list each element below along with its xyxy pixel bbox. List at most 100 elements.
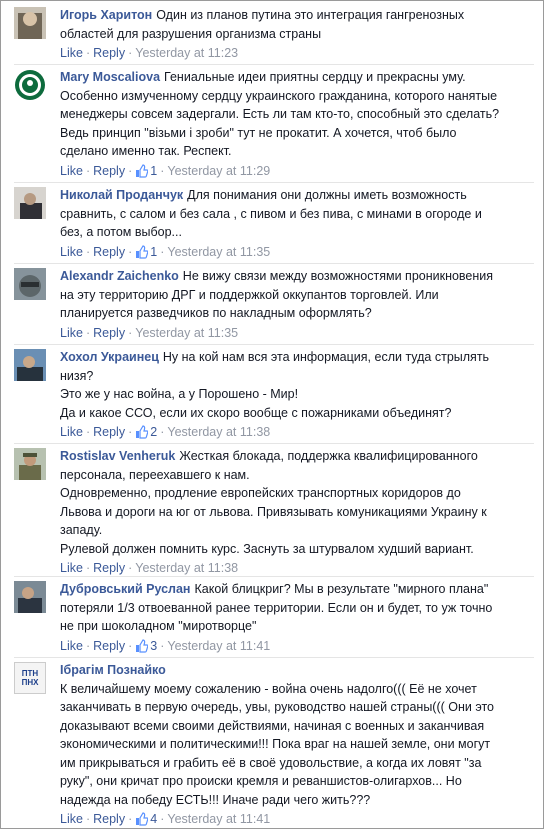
avatar[interactable] [14,69,46,101]
reply-button[interactable]: Reply [93,639,125,653]
like-count[interactable]: 1 [135,164,157,178]
like-count-value: 4 [150,812,158,826]
separator: · [85,812,91,826]
reply-button[interactable]: Reply [93,46,125,60]
comment-timestamp[interactable]: Yesterday at 11:35 [135,326,238,340]
separator: · [85,425,91,439]
comment-text-line: областей для разрушения организма страны [60,26,322,41]
comment-timestamp[interactable]: Yesterday at 11:23 [135,46,238,60]
comment-text-line: экономическими и политическими!!! Пока в… [60,737,491,751]
comment-timestamp[interactable]: Yesterday at 11:41 [167,639,270,653]
like-button[interactable]: Like [60,46,83,60]
avatar[interactable] [14,349,46,381]
reply-button[interactable]: Reply [93,164,125,178]
comment-text-line: потеряли 1/3 отвоеванной ранее территори… [60,600,493,615]
comment-timestamp[interactable]: Yesterday at 11:35 [167,245,270,259]
comment-text-line: К величайшему моему сожалению - война оч… [60,681,477,696]
reply-button[interactable]: Reply [93,561,125,575]
comment-text-line: им прикрываться и грабить её в своё удов… [60,755,482,770]
like-button[interactable]: Like [60,245,83,259]
comment-text-line: Ведь принцип "візьми і зроби" тут не про… [60,125,457,140]
avatar[interactable] [14,448,46,480]
separator: · [85,163,91,178]
separator: · [128,638,133,653]
comment-body: Rostislav Venheruk Жесткая блокада, подде… [60,447,534,577]
thumbs-up-icon [135,812,150,826]
comment-text-line: руку", они кричат про происки кремля и р… [60,774,462,788]
comment-author[interactable]: Игорь Харитон [60,8,152,22]
comment-text-line: надежда на победу ЕСТЬ!!! Иначе ради чег… [60,792,371,807]
comment-author[interactable]: Ібрагім Познайко [60,663,166,677]
comment-text-line: Одновременно, продление европейских тран… [60,486,461,500]
separator: · [128,244,133,259]
comment-author[interactable]: Дубровський Руслан [60,582,190,596]
separator: · [128,561,133,575]
comment-author[interactable]: Хохол Украинец [60,350,159,364]
comment-text-line: западу. [60,523,103,537]
like-button[interactable]: Like [60,561,83,575]
comment-author[interactable]: Rostislav Venheruk [60,449,175,463]
separator: · [85,46,91,60]
comment-text-line: Это же у нас война, а у Порошено - Мир! [60,387,299,401]
comment-timestamp[interactable]: Yesterday at 11:41 [167,812,270,826]
comment-item: ПТН ПНХ Ібрагім Познайко К величайшему моем… [14,662,534,827]
comment-text-line: Какой блицкриг? Мы в результате "мирного… [194,582,489,596]
reply-button[interactable]: Reply [93,425,125,439]
separator: · [85,561,91,575]
thumbs-up-icon [135,638,150,653]
avatar[interactable] [14,581,46,613]
comment-text-line: персонала, переехавшего к нам. [60,467,250,482]
comment-actions: Like · Reply · 3 · Yesterday at 11:41 [60,637,534,655]
comment-text-line: низя? [60,368,94,383]
comment-text-line: сделано именно так. Респект. [60,144,232,158]
comment-text-line: Львова и дороги на юг от львова. Привязы… [60,504,487,519]
separator: · [160,812,165,826]
comment-actions: Like · Reply · 2 · Yesterday at 11:38 [60,423,534,441]
comment-actions: Like · Reply · Yesterday at 11:38 [60,559,534,577]
separator: · [160,244,165,259]
reply-button[interactable]: Reply [93,245,125,259]
comment-actions: Like · Reply · Yesterday at 11:35 [60,324,534,342]
like-button[interactable]: Like [60,326,83,340]
comment-actions: Like · Reply · Yesterday at 11:23 [60,44,534,62]
like-button[interactable]: Like [60,639,83,653]
separator: · [128,425,133,439]
comment-text-line: Особенно измученному сердцу украинского … [60,88,498,103]
like-count[interactable]: 3 [135,639,157,653]
separator: · [160,163,165,178]
separator: · [160,425,165,439]
avatar[interactable] [14,7,46,39]
comment-author[interactable]: Alexandr Zaichenko [60,269,179,283]
comment-author[interactable]: Николай Проданчук [60,188,183,202]
comment-text-line: сравнить, с салом и без сала , с пивом и… [60,206,482,221]
comment-item: Rostislav Venheruk Жесткая блокада, подде… [14,448,534,577]
comment-text-line: Один из планов путина это интеграция ган… [156,8,465,22]
thumbs-up-icon [135,425,150,439]
separator: · [128,812,133,826]
avatar[interactable]: ПТН ПНХ [14,662,46,694]
like-button[interactable]: Like [60,812,83,826]
like-button[interactable]: Like [60,425,83,439]
separator: · [85,638,91,653]
comment-body: Mary Moscaliova Гениальные идеи приятны с… [60,68,534,180]
comment-timestamp[interactable]: Yesterday at 11:38 [135,561,238,575]
like-count[interactable]: 4 [135,812,157,826]
comment-text-line: Да и какое ССО, если их скоро вообще с п… [60,405,452,420]
comment-timestamp[interactable]: Yesterday at 11:38 [167,425,270,439]
avatar-text-top: ПТН [21,669,39,678]
reply-button[interactable]: Reply [93,812,125,826]
comment-actions: Like · Reply · 4 · Yesterday at 11:41 [60,810,534,828]
avatar[interactable] [14,268,46,300]
comment-timestamp[interactable]: Yesterday at 11:29 [167,164,270,178]
like-count[interactable]: 2 [135,425,157,439]
comment-item: Mary Moscaliova Гениальные идеи приятны с… [14,69,534,183]
comment-text-line: без, а потом выбор... [60,225,182,239]
comment-body: Игорь Харитон Один из планов путина это и… [60,6,534,62]
avatar[interactable] [14,187,46,219]
reply-button[interactable]: Reply [93,326,125,340]
separator: · [160,638,165,653]
like-button[interactable]: Like [60,164,83,178]
comment-author[interactable]: Mary Moscaliova [60,70,160,84]
comment-actions: Like · Reply · 1 · Yesterday at 11:35 [60,243,534,261]
like-count[interactable]: 1 [135,245,157,259]
